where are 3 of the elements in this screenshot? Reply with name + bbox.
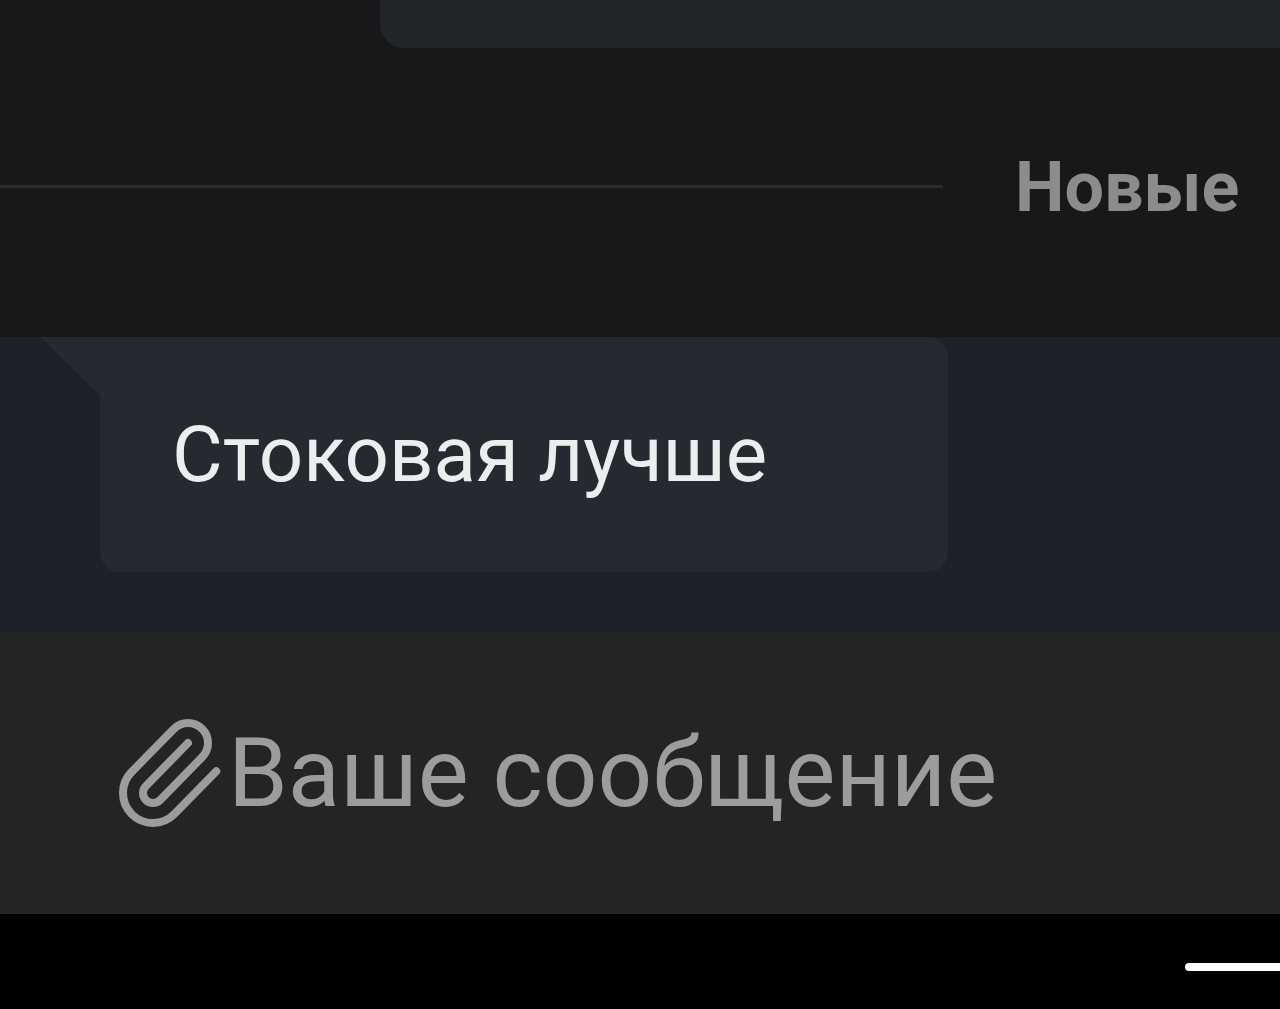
- message-input[interactable]: Ваше сообщение: [228, 632, 1280, 914]
- new-messages-label: Новые: [1015, 151, 1240, 222]
- attach-button[interactable]: [0, 632, 228, 914]
